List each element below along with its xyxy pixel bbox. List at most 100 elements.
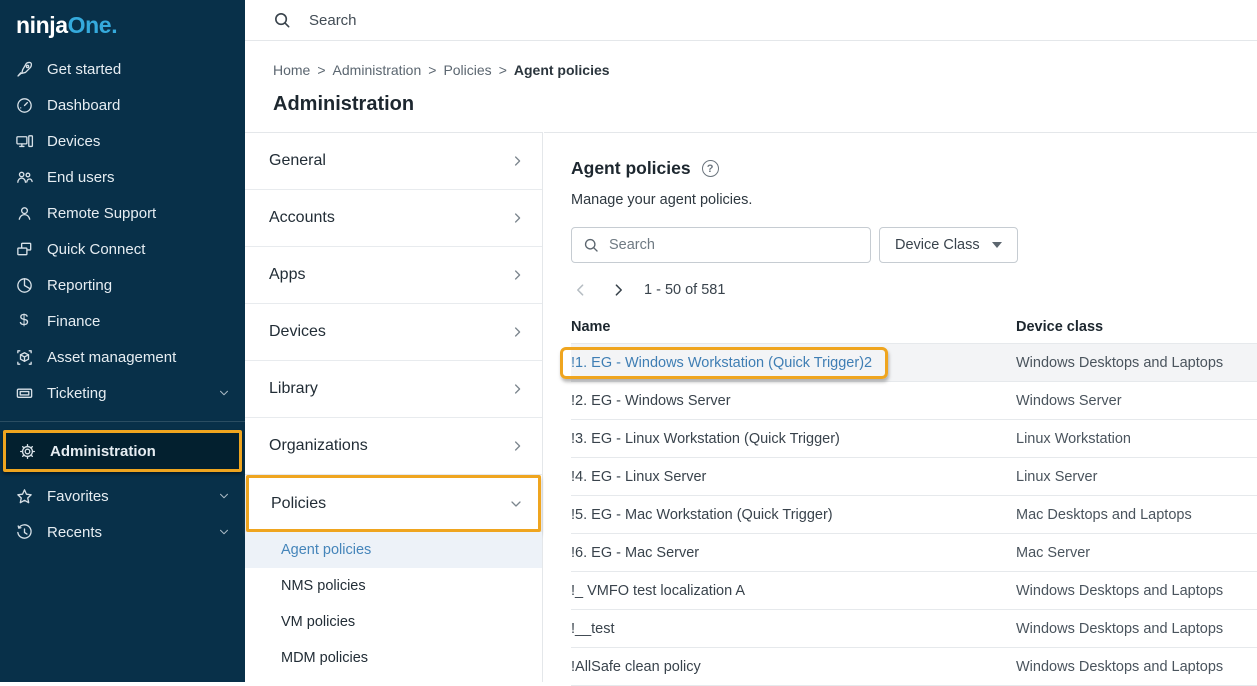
table-row[interactable]: !2. EG - Windows Server Windows Server (571, 382, 1257, 420)
admin-nav-policies[interactable]: Policies (246, 475, 541, 532)
primary-sidebar: ninjaOne. Get started Dashboard Devices … (0, 0, 245, 682)
sidebar-item-reporting[interactable]: Reporting (0, 267, 245, 303)
sidebar-item-label: Get started (47, 61, 121, 78)
table-row[interactable]: !6. EG - Mac Server Mac Server (571, 534, 1257, 572)
admin-nav-label: Accounts (269, 209, 335, 227)
sidebar-item-dashboard[interactable]: Dashboard (0, 87, 245, 123)
admin-nav-general[interactable]: General (245, 133, 542, 190)
page-head: Home > Administration > Policies > Agent… (245, 41, 1257, 132)
policy-search-input[interactable] (609, 237, 859, 253)
breadcrumb-policies[interactable]: Policies (443, 62, 491, 78)
next-page-button[interactable] (608, 280, 628, 300)
breadcrumb: Home > Administration > Policies > Agent… (273, 62, 1257, 78)
column-header-device-class[interactable]: Device class (1016, 319, 1257, 335)
admin-nav-devices[interactable]: Devices (245, 304, 542, 361)
sidebar-item-administration[interactable]: Administration (3, 430, 242, 472)
policy-name-cell[interactable]: !AllSafe clean policy (571, 659, 1016, 675)
sidebar-item-quick-connect[interactable]: Quick Connect (0, 231, 245, 267)
table-row[interactable]: !1. EG - Windows Workstation (Quick Trig… (571, 344, 1257, 382)
chevron-down-icon (508, 496, 524, 512)
device-class-cell: Linux Workstation (1016, 431, 1257, 447)
dollar-icon: $ (14, 311, 34, 331)
page-title: Administration (273, 93, 1257, 116)
sidebar-item-label: Recents (47, 524, 102, 541)
device-class-filter[interactable]: Device Class (879, 227, 1018, 263)
device-class-cell: Mac Server (1016, 545, 1257, 561)
sidebar-item-finance[interactable]: $ Finance (0, 303, 245, 339)
policies-child-nms-policies[interactable]: NMS policies (245, 568, 542, 604)
sidebar-item-end-users[interactable]: End users (0, 159, 245, 195)
gauge-icon (14, 95, 34, 115)
admin-nav-accounts[interactable]: Accounts (245, 190, 542, 247)
table-row[interactable]: !__test Windows Desktops and Laptops (571, 610, 1257, 648)
device-class-cell: Windows Desktops and Laptops (1016, 621, 1257, 637)
policy-name-cell[interactable]: !__test (571, 621, 1016, 637)
table-row[interactable]: !3. EG - Linux Workstation (Quick Trigge… (571, 420, 1257, 458)
star-icon (14, 486, 34, 506)
admin-nav-library[interactable]: Library (245, 361, 542, 418)
breadcrumb-separator: > (317, 62, 325, 78)
history-icon (14, 522, 34, 542)
policy-name-cell[interactable]: !6. EG - Mac Server (571, 545, 1016, 561)
admin-nav-organizations[interactable]: Organizations (245, 418, 542, 475)
device-class-filter-label: Device Class (895, 237, 980, 253)
device-class-cell: Mac Desktops and Laptops (1016, 507, 1257, 523)
chevron-right-icon (510, 267, 526, 283)
sidebar-item-recents[interactable]: Recents (0, 514, 245, 550)
pagination: 1 - 50 of 581 (571, 280, 1257, 300)
help-icon[interactable]: ? (702, 160, 719, 177)
sidebar-item-label: Finance (47, 313, 100, 330)
sidebar-item-label: Quick Connect (47, 241, 145, 258)
remote-support-icon (14, 203, 34, 223)
policy-name-cell[interactable]: !2. EG - Windows Server (571, 393, 1016, 409)
policies-child-mdm-policies[interactable]: MDM policies (245, 640, 542, 676)
breadcrumb-administration[interactable]: Administration (333, 62, 422, 78)
sidebar-divider (0, 421, 245, 422)
policy-name-cell[interactable]: !_ VMFO test localization A (571, 583, 1016, 599)
global-search-input[interactable] (309, 12, 709, 29)
sidebar-item-asset-management[interactable]: Asset management (0, 339, 245, 375)
cube-icon (14, 347, 34, 367)
policy-name-link[interactable]: !1. EG - Windows Workstation (Quick Trig… (571, 355, 872, 371)
breadcrumb-separator: > (499, 62, 507, 78)
policy-name-cell[interactable]: !3. EG - Linux Workstation (Quick Trigge… (571, 431, 1016, 447)
sidebar-item-label: Administration (50, 443, 156, 460)
sidebar-item-label: Reporting (47, 277, 112, 294)
policy-name-cell[interactable]: !4. EG - Linux Server (571, 469, 1016, 485)
section-title: Agent policies (571, 158, 691, 179)
sidebar-item-get-started[interactable]: Get started (0, 51, 245, 87)
search-icon (273, 11, 292, 30)
admin-nav-apps[interactable]: Apps (245, 247, 542, 304)
table-row[interactable]: !5. EG - Mac Workstation (Quick Trigger)… (571, 496, 1257, 534)
policies-child-agent-policies[interactable]: Agent policies (245, 532, 542, 568)
table-header-row: Name Device class (571, 311, 1257, 344)
table-row[interactable]: !4. EG - Linux Server Linux Server (571, 458, 1257, 496)
admin-nav-label: Apps (269, 266, 305, 284)
pagination-range: 1 - 50 of 581 (644, 282, 725, 298)
policies-child-vm-policies[interactable]: VM policies (245, 604, 542, 640)
rocket-icon (14, 59, 34, 79)
primary-nav: Get started Dashboard Devices End users … (0, 51, 245, 550)
sidebar-item-label: Remote Support (47, 205, 156, 222)
breadcrumb-home[interactable]: Home (273, 62, 310, 78)
policy-name-cell[interactable]: !5. EG - Mac Workstation (Quick Trigger) (571, 507, 1016, 523)
subnav-child-label: MDM policies (281, 650, 368, 666)
chevron-right-icon (510, 438, 526, 454)
sidebar-item-ticketing[interactable]: Ticketing (0, 375, 245, 411)
table-row[interactable]: !AllSafe clean policy Windows Desktops a… (571, 648, 1257, 686)
sidebar-item-label: Dashboard (47, 97, 120, 114)
sidebar-item-favorites[interactable]: Favorites (0, 478, 245, 514)
ninjaone-logo[interactable]: ninjaOne. (0, 0, 245, 47)
admin-nav-label: Policies (271, 495, 326, 513)
table-row[interactable]: !_ VMFO test localization A Windows Desk… (571, 572, 1257, 610)
sidebar-item-remote-support[interactable]: Remote Support (0, 195, 245, 231)
sidebar-item-label: End users (47, 169, 115, 186)
administration-nav: General Accounts Apps Devices Library Or… (245, 132, 543, 682)
previous-page-button[interactable] (571, 280, 591, 300)
device-class-cell: Windows Desktops and Laptops (1016, 583, 1257, 599)
section-subtitle: Manage your agent policies. (571, 192, 1257, 208)
subnav-child-label: Agent policies (281, 542, 371, 558)
column-header-name[interactable]: Name (571, 319, 1016, 335)
global-search-bar (245, 0, 1257, 41)
sidebar-item-devices[interactable]: Devices (0, 123, 245, 159)
